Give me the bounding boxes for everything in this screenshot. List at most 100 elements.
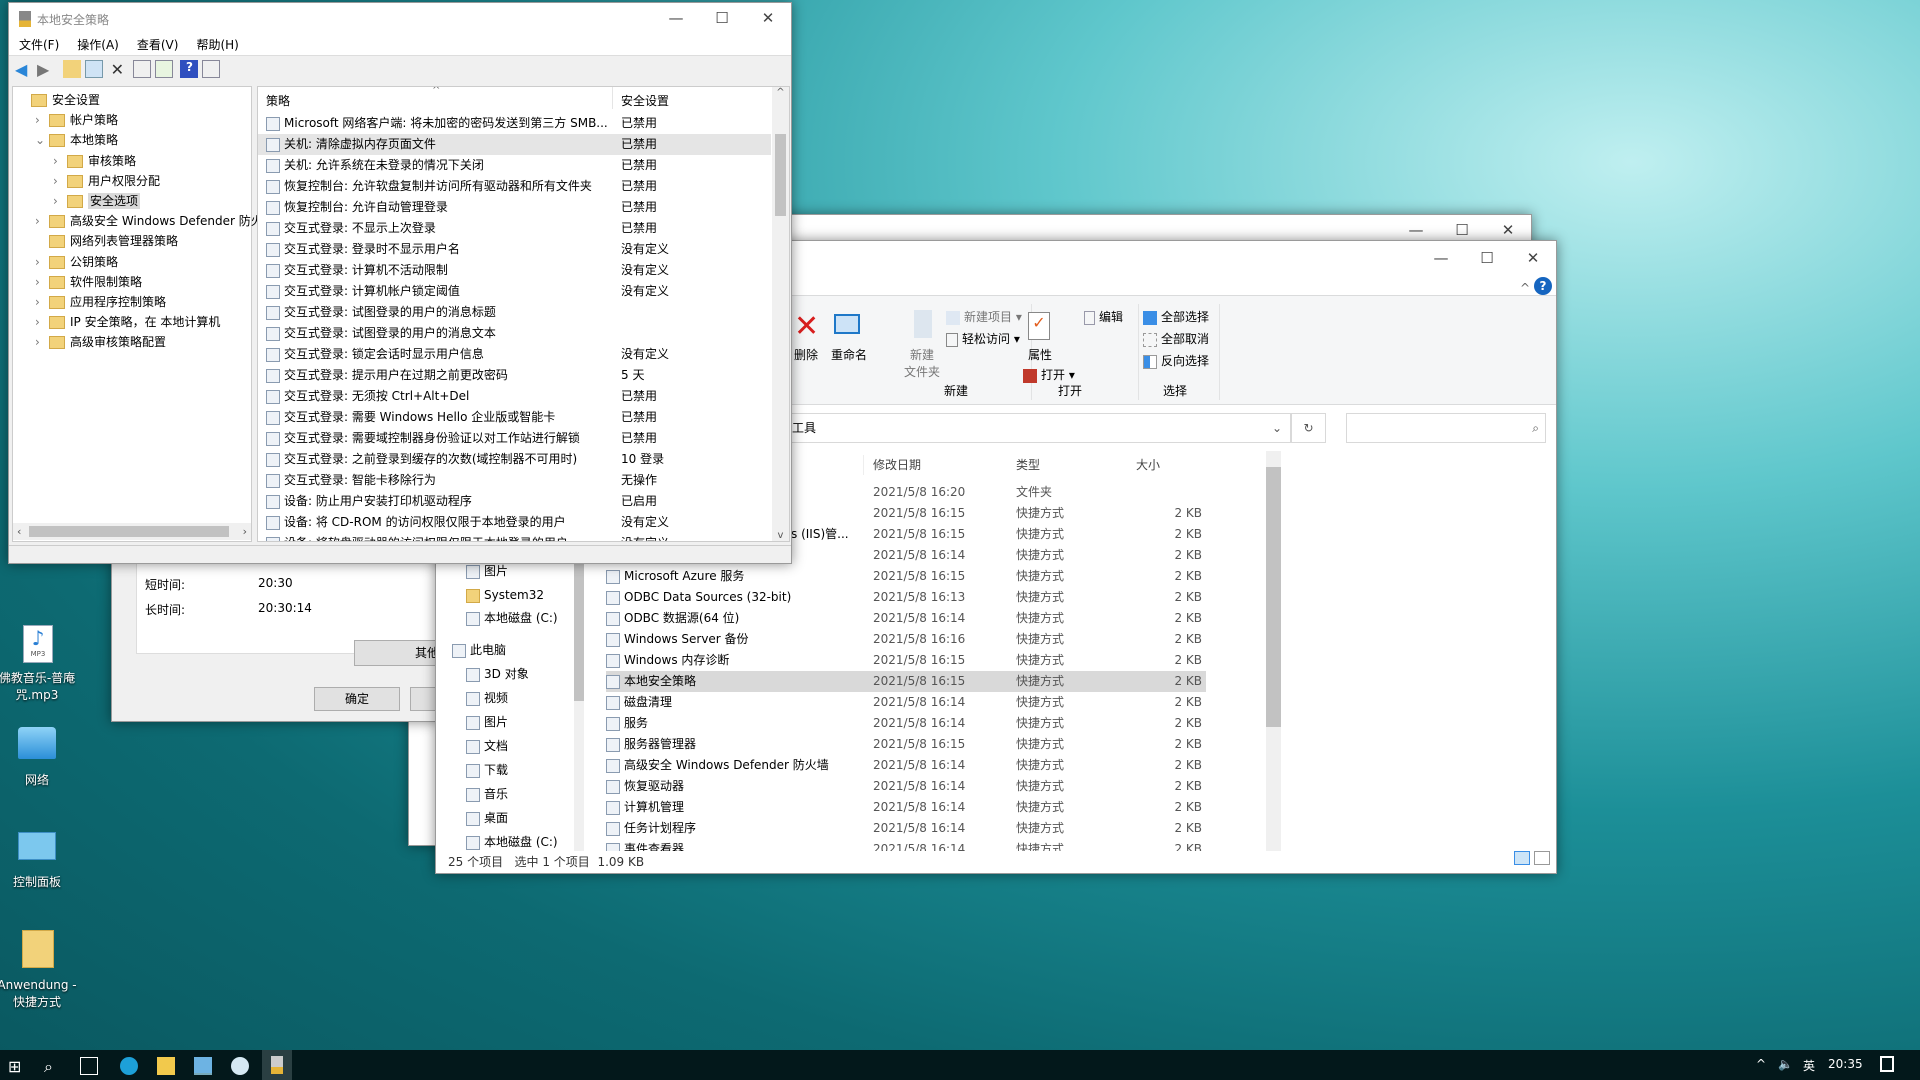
properties-icon[interactable] bbox=[132, 60, 151, 78]
policy-row[interactable]: 关机: 允许系统在未登录的情况下关闭 已禁用 bbox=[258, 155, 771, 176]
column-header-type[interactable]: 类型 bbox=[1016, 456, 1040, 473]
select-none-button[interactable]: 全部取消 bbox=[1143, 330, 1209, 347]
nav-item[interactable]: 文档 bbox=[436, 736, 589, 757]
expand-chevron-icon[interactable]: › bbox=[53, 171, 67, 192]
policy-scrollbar[interactable]: ^ v bbox=[772, 87, 789, 541]
local-security-policy-taskbar-button[interactable] bbox=[262, 1050, 292, 1080]
nav-item[interactable]: 音乐 bbox=[436, 784, 589, 805]
policy-row[interactable]: 交互式登录: 需要域控制器身份验证以对工作站进行解锁 已禁用 bbox=[258, 428, 771, 449]
tree-item[interactable]: › 高级审核策略配置 bbox=[13, 332, 251, 353]
export-list-icon[interactable] bbox=[154, 60, 173, 78]
collapse-ribbon-icon[interactable]: ^ bbox=[1520, 281, 1530, 295]
expand-chevron-icon[interactable]: › bbox=[35, 252, 49, 273]
column-header-policy[interactable]: 策略 bbox=[266, 92, 290, 109]
volume-icon[interactable]: 🔈 bbox=[1778, 1057, 1793, 1071]
tree-item[interactable]: › 软件限制策略 bbox=[13, 272, 251, 293]
nav-item[interactable]: System32 bbox=[436, 585, 589, 606]
tree-item[interactable]: › 安全选项 bbox=[13, 191, 251, 212]
tree-item[interactable]: › 用户权限分配 bbox=[13, 171, 251, 192]
nav-item[interactable]: 视频 bbox=[436, 688, 589, 709]
nav-scrollbar[interactable] bbox=[574, 561, 584, 851]
policy-row[interactable]: 交互式登录: 试图登录的用户的消息标题 bbox=[258, 302, 771, 323]
tree-item[interactable]: 网络列表管理器策略 bbox=[13, 231, 251, 252]
file-row[interactable]: 本地安全策略 2021/5/8 16:15 快捷方式 2 KB bbox=[606, 671, 1206, 692]
expand-chevron-icon[interactable]: › bbox=[35, 272, 49, 293]
tree-item[interactable]: › 帐户策略 bbox=[13, 110, 251, 131]
file-list-scrollbar[interactable] bbox=[1266, 451, 1281, 851]
policy-row[interactable]: 关机: 清除虚拟内存页面文件 已禁用 bbox=[258, 134, 771, 155]
new-folder-button[interactable]: 新建 bbox=[910, 346, 934, 363]
clock[interactable]: 20:35 bbox=[1828, 1057, 1863, 1071]
policy-row[interactable]: 交互式登录: 计算机不活动限制 没有定义 bbox=[258, 260, 771, 281]
nav-item[interactable]: 桌面 bbox=[436, 808, 589, 829]
ok-button[interactable]: 确定 bbox=[314, 687, 400, 711]
file-row[interactable]: Windows Server 备份 2021/5/8 16:16 快捷方式 2 KB bbox=[606, 629, 1283, 650]
chevron-down-icon[interactable]: ⌄ bbox=[1272, 414, 1282, 442]
help-icon[interactable]: ? bbox=[1534, 277, 1552, 295]
policy-row[interactable]: 恢复控制台: 允许自动管理登录 已禁用 bbox=[258, 197, 771, 218]
policy-row[interactable]: 设备: 防止用户安装打印机驱动程序 已启用 bbox=[258, 491, 771, 512]
tree-item[interactable]: › 高级安全 Windows Defender 防火墙 bbox=[13, 211, 275, 232]
expand-chevron-icon[interactable]: › bbox=[53, 191, 67, 212]
delete-button[interactable]: 删除 bbox=[794, 346, 818, 363]
delete-icon[interactable]: ✕ bbox=[111, 60, 129, 79]
policy-row[interactable]: 交互式登录: 无须按 Ctrl+Alt+Del 已禁用 bbox=[258, 386, 771, 407]
policy-row[interactable]: 设备: 将软盘驱动器的访问权限仅限于本地登录的用户 没有定义 bbox=[258, 533, 771, 541]
policy-row[interactable]: 交互式登录: 智能卡移除行为 无操作 bbox=[258, 470, 771, 491]
policy-row[interactable]: 交互式登录: 提示用户在过期之前更改密码 5 天 bbox=[258, 365, 771, 386]
nav-item[interactable]: 本地磁盘 (C:) bbox=[436, 608, 589, 629]
menu-item[interactable]: 查看(V) bbox=[137, 38, 179, 52]
action-pane-icon[interactable] bbox=[202, 60, 221, 78]
file-row[interactable]: 事件查看器 2021/5/8 16:14 快捷方式 2 KB bbox=[606, 839, 1283, 851]
expand-chevron-icon[interactable]: › bbox=[35, 312, 49, 333]
file-row[interactable]: Microsoft Azure 服务 2021/5/8 16:15 快捷方式 2 KB bbox=[606, 566, 1283, 587]
tree-item[interactable]: › IP 安全策略，在 本地计算机 bbox=[13, 312, 251, 333]
tree-item[interactable]: › 应用程序控制策略 bbox=[13, 292, 251, 313]
show-hide-tree-icon[interactable] bbox=[84, 60, 103, 78]
refresh-button[interactable]: ↻ bbox=[1291, 413, 1326, 443]
select-all-button[interactable]: 全部选择 bbox=[1143, 308, 1209, 325]
policy-row[interactable]: 交互式登录: 登录时不显示用户名 没有定义 bbox=[258, 239, 771, 260]
network-taskbar-icon[interactable] bbox=[231, 1057, 249, 1075]
control-panel-taskbar-icon[interactable] bbox=[194, 1057, 212, 1075]
tree-item[interactable]: › 审核策略 bbox=[13, 151, 251, 172]
file-explorer-icon[interactable] bbox=[157, 1057, 175, 1075]
start-windows-icon[interactable]: ⊞ bbox=[8, 1057, 26, 1076]
rename-button[interactable]: 重命名 bbox=[831, 346, 867, 363]
tree-item[interactable]: ⌄ 本地策略 bbox=[13, 130, 251, 151]
tree-item[interactable]: › 公钥策略 bbox=[13, 252, 251, 273]
file-row[interactable]: 服务器管理器 2021/5/8 16:15 快捷方式 2 KB bbox=[606, 734, 1283, 755]
expand-chevron-icon[interactable]: › bbox=[35, 332, 49, 353]
help-icon[interactable]: ? bbox=[180, 60, 199, 78]
column-header-size[interactable]: 大小 bbox=[1136, 456, 1160, 473]
edit-button[interactable]: 编辑 bbox=[1084, 308, 1123, 325]
show-hidden-icons[interactable]: ^ bbox=[1756, 1057, 1766, 1071]
policy-row[interactable]: Microsoft 网络客户端: 将未加密的密码发送到第三方 SMB... 已禁用 bbox=[258, 113, 771, 134]
forward-icon[interactable]: ▶ bbox=[37, 60, 55, 79]
open-button[interactable]: 打开 ▾ bbox=[1023, 366, 1075, 383]
policy-row[interactable]: 交互式登录: 需要 Windows Hello 企业版或智能卡 已禁用 bbox=[258, 407, 771, 428]
policy-row[interactable]: 交互式登录: 试图登录的用户的消息文本 bbox=[258, 323, 771, 344]
menu-item[interactable]: 帮助(H) bbox=[196, 38, 238, 52]
file-row[interactable]: 计算机管理 2021/5/8 16:14 快捷方式 2 KB bbox=[606, 797, 1283, 818]
expand-chevron-icon[interactable]: › bbox=[35, 292, 49, 313]
task-view-icon[interactable] bbox=[80, 1057, 98, 1075]
nav-item[interactable]: 3D 对象 bbox=[436, 664, 589, 685]
back-icon[interactable]: ◀ bbox=[15, 60, 33, 79]
nav-item[interactable]: 图片 bbox=[436, 712, 589, 733]
expand-chevron-icon[interactable]: › bbox=[53, 151, 67, 172]
easy-access-button[interactable]: 轻松访问 ▾ bbox=[946, 330, 1020, 347]
column-header-setting[interactable]: 安全设置 bbox=[621, 92, 669, 109]
maximize-button[interactable]: ☐ bbox=[699, 3, 745, 33]
nav-item[interactable]: 此电脑 bbox=[436, 640, 589, 661]
search-icon[interactable]: ⌕ bbox=[44, 1057, 62, 1076]
file-row[interactable]: 磁盘清理 2021/5/8 16:14 快捷方式 2 KB bbox=[606, 692, 1283, 713]
nav-item[interactable]: 下载 bbox=[436, 760, 589, 781]
file-row[interactable]: ODBC 数据源(64 位) 2021/5/8 16:14 快捷方式 2 KB bbox=[606, 608, 1283, 629]
file-row[interactable]: 恢复驱动器 2021/5/8 16:14 快捷方式 2 KB bbox=[606, 776, 1283, 797]
up-folder-icon[interactable] bbox=[62, 60, 81, 78]
search-input[interactable]: ⌕ bbox=[1346, 413, 1546, 443]
close-button[interactable]: ✕ bbox=[745, 3, 791, 33]
minimize-button[interactable]: — bbox=[653, 3, 699, 33]
new-item-button[interactable]: 新建项目 ▾ bbox=[946, 308, 1022, 325]
